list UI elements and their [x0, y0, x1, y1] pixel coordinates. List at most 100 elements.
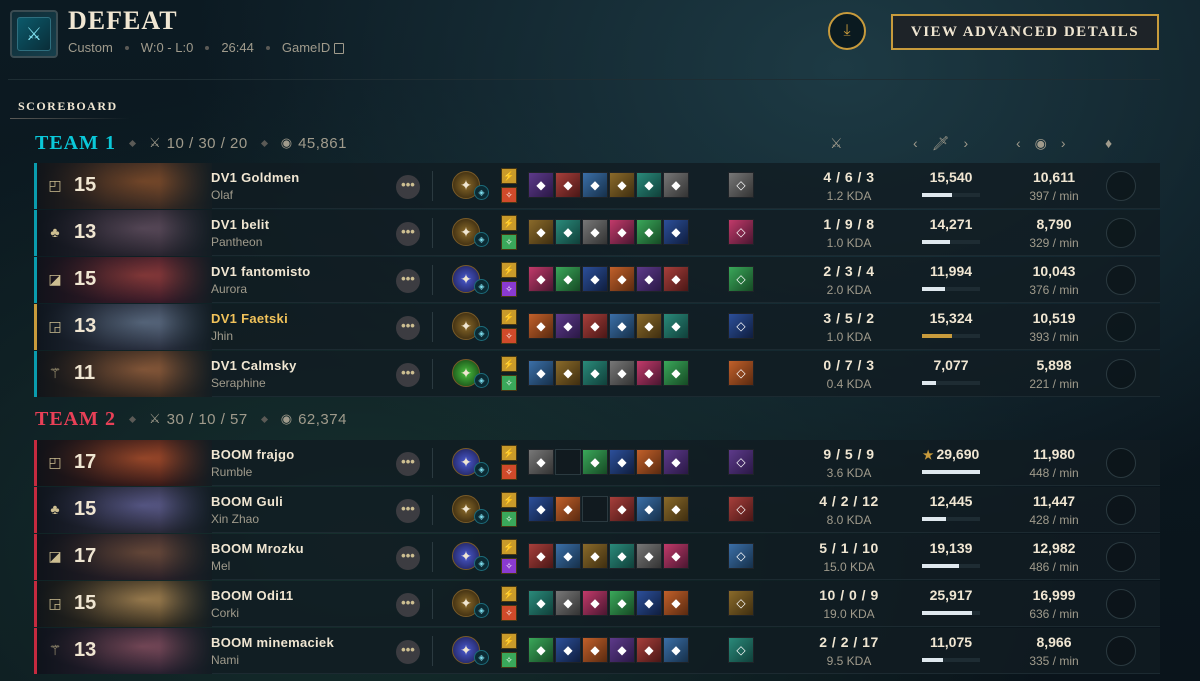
- item-slot-3[interactable]: ◆: [582, 172, 608, 198]
- item-slot-5[interactable]: ◆: [636, 449, 662, 475]
- honor-button[interactable]: [1106, 265, 1136, 295]
- item-slot-6[interactable]: ◆: [663, 590, 689, 616]
- more-options-button[interactable]: •••: [396, 640, 420, 664]
- player-name[interactable]: DV1 belit: [211, 217, 269, 232]
- item-slot-6[interactable]: ◆: [663, 496, 689, 522]
- item-slot-1[interactable]: ◆: [528, 266, 554, 292]
- chevron-left-icon[interactable]: ‹: [913, 135, 918, 151]
- player-row[interactable]: ◪ 15 DV1 fantomisto Aurora ••• ✦ ◈ ⚡ ✧ ◆ ◆ ◆ ◆ ◆ ◆ ◇ 2 /…: [34, 257, 1160, 303]
- player-name[interactable]: DV1 fantomisto: [211, 264, 311, 279]
- item-slot-3[interactable]: ◆: [582, 590, 608, 616]
- trinket-slot[interactable]: ◇: [728, 637, 754, 663]
- trinket-slot[interactable]: ◇: [728, 543, 754, 569]
- item-slot-4[interactable]: ◆: [609, 637, 635, 663]
- chevron-left-icon[interactable]: ‹: [1016, 135, 1021, 151]
- item-slot-1[interactable]: ◆: [528, 543, 554, 569]
- trinket-slot[interactable]: ◇: [728, 360, 754, 386]
- summoner-spell-1-icon[interactable]: ⚡: [501, 356, 517, 372]
- player-name[interactable]: BOOM Guli: [211, 494, 283, 509]
- summoner-spell-2-icon[interactable]: ✧: [501, 652, 517, 668]
- secondary-rune-icon[interactable]: ◈: [474, 279, 489, 294]
- player-row[interactable]: ⚚ 13 BOOM minemaciek Nami ••• ✦ ◈ ⚡ ✧ ◆ ◆ ◆ ◆ ◆ ◆ ◇ 2 / …: [34, 628, 1160, 674]
- item-slot-3[interactable]: ◆: [582, 266, 608, 292]
- more-options-button[interactable]: •••: [396, 452, 420, 476]
- item-slot-1[interactable]: ◆: [528, 637, 554, 663]
- item-slot-1[interactable]: ◆: [528, 172, 554, 198]
- item-slot-6[interactable]: ◆: [663, 219, 689, 245]
- player-name[interactable]: BOOM Mrozku: [211, 541, 304, 556]
- item-slot-6[interactable]: ◆: [663, 543, 689, 569]
- honor-button[interactable]: [1106, 448, 1136, 478]
- item-slot-2[interactable]: ◆: [555, 543, 581, 569]
- item-slot-3[interactable]: ◆: [582, 449, 608, 475]
- item-slot-6[interactable]: ◆: [663, 172, 689, 198]
- honor-button[interactable]: [1106, 636, 1136, 666]
- item-slot-1[interactable]: ◆: [528, 449, 554, 475]
- item-slot-4[interactable]: ◆: [609, 590, 635, 616]
- item-slot-6[interactable]: ◆: [663, 449, 689, 475]
- more-options-button[interactable]: •••: [396, 593, 420, 617]
- item-slot-2[interactable]: [555, 449, 581, 475]
- item-slot-3[interactable]: ◆: [582, 313, 608, 339]
- item-slot-6[interactable]: ◆: [663, 266, 689, 292]
- item-slot-2[interactable]: ◆: [555, 360, 581, 386]
- item-slot-4[interactable]: ◆: [609, 219, 635, 245]
- honor-button[interactable]: [1106, 218, 1136, 248]
- player-row[interactable]: ◪ 17 BOOM Mrozku Mel ••• ✦ ◈ ⚡ ✧ ◆ ◆ ◆ ◆ ◆ ◆ ◇ 5 / 1 / 1…: [34, 534, 1160, 580]
- item-slot-5[interactable]: ◆: [636, 543, 662, 569]
- item-slot-3[interactable]: [582, 496, 608, 522]
- item-slot-2[interactable]: ◆: [555, 313, 581, 339]
- player-name[interactable]: DV1 Goldmen: [211, 170, 300, 185]
- item-slot-3[interactable]: ◆: [582, 637, 608, 663]
- item-slot-3[interactable]: ◆: [582, 360, 608, 386]
- secondary-rune-icon[interactable]: ◈: [474, 373, 489, 388]
- summoner-spell-1-icon[interactable]: ⚡: [501, 168, 517, 184]
- item-slot-4[interactable]: ◆: [609, 543, 635, 569]
- chevron-right-icon[interactable]: ›: [1061, 135, 1066, 151]
- player-name[interactable]: BOOM Odi11: [211, 588, 293, 603]
- summoner-spell-2-icon[interactable]: ✧: [501, 328, 517, 344]
- summoner-spell-1-icon[interactable]: ⚡: [501, 539, 517, 555]
- more-options-button[interactable]: •••: [396, 499, 420, 523]
- summoner-spell-2-icon[interactable]: ✧: [501, 375, 517, 391]
- item-slot-5[interactable]: ◆: [636, 313, 662, 339]
- item-slot-4[interactable]: ◆: [609, 449, 635, 475]
- item-slot-2[interactable]: ◆: [555, 172, 581, 198]
- download-button[interactable]: ⤓: [828, 12, 866, 50]
- more-options-button[interactable]: •••: [396, 316, 420, 340]
- item-slot-4[interactable]: ◆: [609, 360, 635, 386]
- more-options-button[interactable]: •••: [396, 269, 420, 293]
- player-row[interactable]: ◰ 17 BOOM frajgo Rumble ••• ✦ ◈ ⚡ ✧ ◆ ◆ ◆ ◆ ◆ ◇ 9 / 5 /…: [34, 440, 1160, 486]
- item-slot-6[interactable]: ◆: [663, 360, 689, 386]
- trinket-slot[interactable]: ◇: [728, 219, 754, 245]
- secondary-rune-icon[interactable]: ◈: [474, 556, 489, 571]
- item-slot-2[interactable]: ◆: [555, 219, 581, 245]
- item-slot-3[interactable]: ◆: [582, 219, 608, 245]
- secondary-rune-icon[interactable]: ◈: [474, 232, 489, 247]
- honor-button[interactable]: [1106, 171, 1136, 201]
- summoner-spell-1-icon[interactable]: ⚡: [501, 309, 517, 325]
- item-slot-1[interactable]: ◆: [528, 496, 554, 522]
- summoner-spell-1-icon[interactable]: ⚡: [501, 633, 517, 649]
- secondary-rune-icon[interactable]: ◈: [474, 462, 489, 477]
- player-row[interactable]: ♣ 15 BOOM Guli Xin Zhao ••• ✦ ◈ ⚡ ✧ ◆ ◆ ◆ ◆ ◆ ◇ 4 / 2 /…: [34, 487, 1160, 533]
- item-slot-3[interactable]: ◆: [582, 543, 608, 569]
- item-slot-4[interactable]: ◆: [609, 172, 635, 198]
- player-name[interactable]: BOOM minemaciek: [211, 635, 334, 650]
- player-row[interactable]: ◲ 13 DV1 Faetski Jhin ••• ✦ ◈ ⚡ ✧ ◆ ◆ ◆ ◆ ◆ ◆ ◇ 3 / 5 / …: [34, 304, 1160, 350]
- item-slot-6[interactable]: ◆: [663, 313, 689, 339]
- secondary-rune-icon[interactable]: ◈: [474, 650, 489, 665]
- trinket-slot[interactable]: ◇: [728, 496, 754, 522]
- item-slot-4[interactable]: ◆: [609, 496, 635, 522]
- item-slot-5[interactable]: ◆: [636, 637, 662, 663]
- honor-button[interactable]: [1106, 542, 1136, 572]
- summoner-spell-2-icon[interactable]: ✧: [501, 234, 517, 250]
- player-name[interactable]: DV1 Calmsky: [211, 358, 297, 373]
- player-row[interactable]: ♣ 13 DV1 belit Pantheon ••• ✦ ◈ ⚡ ✧ ◆ ◆ ◆ ◆ ◆ ◆ ◇ 1 / 9 …: [34, 210, 1160, 256]
- player-row[interactable]: ⚚ 11 DV1 Calmsky Seraphine ••• ✦ ◈ ⚡ ✧ ◆ ◆ ◆ ◆ ◆ ◆ ◇ 0 /…: [34, 351, 1160, 397]
- trinket-slot[interactable]: ◇: [728, 266, 754, 292]
- summoner-spell-2-icon[interactable]: ✧: [501, 511, 517, 527]
- honor-button[interactable]: [1106, 495, 1136, 525]
- summoner-spell-1-icon[interactable]: ⚡: [501, 215, 517, 231]
- more-options-button[interactable]: •••: [396, 546, 420, 570]
